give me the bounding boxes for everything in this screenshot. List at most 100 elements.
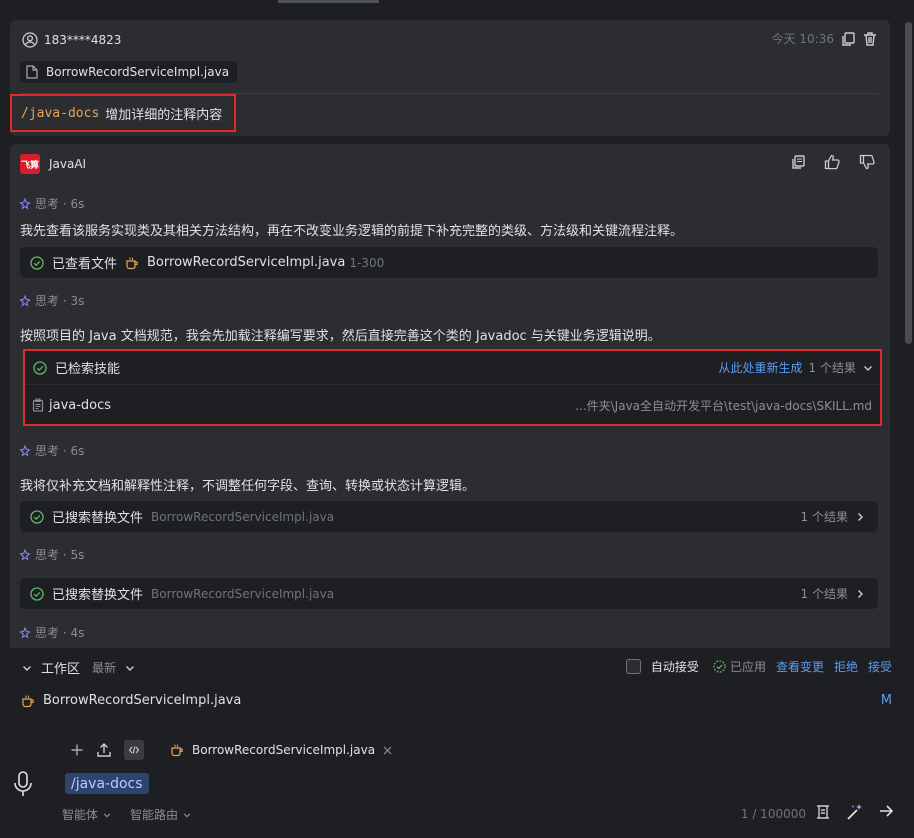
- composer-actions: [814, 803, 894, 821]
- routing-label: 智能路由: [130, 808, 179, 822]
- javaai-logo: 飞算: [20, 154, 40, 174]
- workspace-title: 工作区: [41, 662, 81, 677]
- think-indicator[interactable]: 思考 · 6s: [19, 442, 84, 459]
- think-indicator[interactable]: 思考 · 4s: [19, 624, 84, 641]
- magic-wand-icon[interactable]: [846, 803, 864, 821]
- user-id: 183****4823: [44, 33, 122, 47]
- check-circle-icon: [30, 509, 44, 524]
- skill-tag[interactable]: /java-docs: [65, 773, 149, 794]
- tool-call-view-file[interactable]: 已查看文件 BorrowRecordServiceImpl.java 1-300: [20, 247, 878, 278]
- routing-dropdown[interactable]: 智能路由: [130, 806, 192, 823]
- check-circle-icon: [30, 586, 44, 601]
- chevron-down-icon[interactable]: [862, 362, 874, 374]
- command-text: 增加详细的注释内容: [105, 107, 223, 123]
- message-meta: 今天 10:36: [772, 30, 878, 47]
- context-file-name: BorrowRecordServiceImpl.java: [192, 743, 376, 757]
- add-icon[interactable]: [70, 743, 84, 757]
- assistant-name: JavaAI: [49, 157, 87, 171]
- response-paragraph: 我先查看该服务实现类及其相关方法结构，再在不改变业务逻辑的前提下补充完整的类级、…: [20, 224, 684, 239]
- think-indicator[interactable]: 思考 · 5s: [19, 546, 84, 563]
- result-count: 1 个结果: [808, 361, 856, 375]
- workspace-header: 工作区 最新: [21, 658, 136, 677]
- microphone-icon[interactable]: [12, 770, 34, 798]
- chat-scrollbar[interactable]: [905, 22, 912, 344]
- workspace-actions: 自动接受 已应用 查看变更 拒绝 接受: [625, 658, 892, 675]
- auto-accept-checkbox[interactable]: [625, 659, 641, 674]
- java-file-icon: [170, 743, 184, 757]
- chevron-down-icon[interactable]: [21, 662, 33, 674]
- composer-options: 智能体 智能路由: [62, 806, 192, 823]
- composer-context-row: BorrowRecordServiceImpl.java: [70, 740, 392, 760]
- context-file-chip[interactable]: BorrowRecordServiceImpl.java: [170, 743, 392, 757]
- response-paragraph: 按照项目的 Java 文档规范，我会先加载注释编写要求，然后直接完善这个类的 J…: [20, 329, 661, 344]
- skill-path: ...件夹\Java全自动开发平台\test\java-docs\SKILL.m…: [575, 398, 872, 413]
- file-modified-badge: M: [880, 693, 892, 708]
- chevron-down-icon[interactable]: [124, 662, 136, 674]
- think-indicator[interactable]: 思考 · 3s: [19, 292, 84, 309]
- user-info: 183****4823: [22, 32, 121, 48]
- result-count: 1 个结果: [800, 587, 848, 601]
- skill-search-panel: 已检索技能 从此处重新生成 1 个结果 java-docs ...件夹\Java…: [23, 349, 882, 426]
- copy-icon[interactable]: [840, 31, 856, 47]
- sort-dropdown[interactable]: 最新: [92, 659, 116, 676]
- skill-name: java-docs: [49, 397, 112, 413]
- command-code: /java-docs: [21, 105, 100, 121]
- skill-search-actions: 从此处重新生成 1 个结果: [719, 359, 874, 376]
- thumbs-down-icon[interactable]: [859, 154, 876, 170]
- response-paragraph: 我将仅补充文档和解释性注释，不调整任何字段、查询、转换或状态计算逻辑。: [20, 479, 476, 494]
- applied-label: 已应用: [729, 660, 766, 674]
- regenerate-link[interactable]: 从此处重新生成: [719, 359, 803, 376]
- tool-label: 已搜索替换文件: [52, 588, 144, 603]
- user-message-card: 183****4823 今天 10:36 BorrowRecordService…: [10, 20, 890, 136]
- chevron-right-icon[interactable]: [854, 588, 866, 600]
- attached-file-chip[interactable]: BorrowRecordServiceImpl.java: [20, 61, 238, 83]
- tool-label: 已搜索替换文件: [52, 511, 144, 526]
- think-indicator[interactable]: 思考 · 6s: [19, 195, 84, 212]
- check-circle-icon: [33, 360, 47, 375]
- tool-file-name: BorrowRecordServiceImpl.java: [151, 509, 335, 524]
- workspace-file-row[interactable]: BorrowRecordServiceImpl.java: [21, 693, 241, 708]
- tool-call-replace-file[interactable]: 已搜索替换文件 BorrowRecordServiceImpl.java 1 个…: [20, 501, 878, 532]
- accept-button[interactable]: 接受: [868, 658, 892, 675]
- chevron-down-icon: [182, 810, 192, 820]
- assistant-header: 飞算 JavaAI: [20, 154, 86, 174]
- think-label: 思考 · 6s: [35, 197, 85, 211]
- copy-icon[interactable]: [790, 154, 806, 170]
- view-changes-button[interactable]: 查看变更: [776, 658, 824, 675]
- close-icon[interactable]: [383, 746, 392, 755]
- agent-dropdown[interactable]: 智能体: [62, 806, 112, 823]
- send-arrow-icon[interactable]: [878, 803, 894, 821]
- code-context-button[interactable]: [124, 740, 144, 760]
- think-label: 思考 · 4s: [35, 626, 85, 640]
- java-file-icon: [125, 256, 139, 270]
- delete-icon[interactable]: [862, 31, 878, 47]
- java-file-icon: [21, 694, 35, 708]
- workspace-file-name: BorrowRecordServiceImpl.java: [43, 693, 242, 708]
- applied-status: 已应用: [713, 658, 766, 675]
- skill-result-row[interactable]: java-docs ...件夹\Java全自动开发平台\test\java-do…: [25, 385, 880, 425]
- think-label: 思考 · 5s: [35, 548, 85, 562]
- reject-button[interactable]: 拒绝: [834, 658, 858, 675]
- brain-icon: [19, 548, 31, 561]
- skill-search-header[interactable]: 已检索技能 从此处重新生成 1 个结果: [25, 351, 880, 385]
- brain-icon: [19, 294, 31, 307]
- upload-icon[interactable]: [96, 742, 112, 758]
- tool-file-name: BorrowRecordServiceImpl.java: [147, 255, 346, 270]
- result-count: 1 个结果: [800, 510, 848, 524]
- workspace-panel: 工作区 最新 自动接受 已应用 查看变更 拒绝 接受 BorrowRecordS…: [0, 648, 914, 838]
- char-counter: 1 / 100000: [740, 807, 806, 821]
- chevron-down-icon: [102, 810, 112, 820]
- tool-call-replace-file[interactable]: 已搜索替换文件 BorrowRecordServiceImpl.java 1 个…: [20, 578, 878, 609]
- clipboard-icon: [31, 398, 45, 412]
- assistant-actions: [790, 154, 876, 170]
- prompt-library-icon[interactable]: [814, 803, 832, 821]
- agent-label: 智能体: [62, 808, 99, 822]
- chevron-right-icon[interactable]: [854, 511, 866, 523]
- sort-label: 最新: [92, 661, 117, 675]
- skill-search-label: 已检索技能: [55, 362, 121, 377]
- thumbs-up-icon[interactable]: [824, 154, 841, 170]
- tool-line-range: 1-300: [349, 255, 385, 270]
- auto-accept-label: 自动接受: [650, 660, 699, 674]
- tool-file-name: BorrowRecordServiceImpl.java: [151, 586, 335, 601]
- message-time: 今天 10:36: [771, 32, 834, 46]
